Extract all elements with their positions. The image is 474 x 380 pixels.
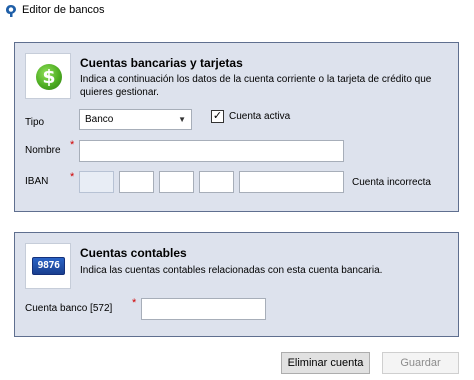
delete-account-button[interactable]: Eliminar cuenta [281,352,370,374]
iban-status-text: Cuenta incorrecta [352,177,431,188]
nombre-required-mark: * [70,139,75,151]
cuenta-banco-input[interactable] [141,298,266,320]
tipo-select-value: Banco [85,114,114,125]
chevron-down-icon: ▼ [178,115,186,124]
app-logo-icon [6,5,16,17]
nombre-input[interactable] [79,140,344,162]
calculator-display: 9876 [32,257,65,275]
cuenta-banco-required-mark: * [132,297,137,309]
bank-panel-title: Cuentas bancarias y tarjetas [80,56,243,70]
iban-office-input[interactable] [159,171,194,193]
cuenta-activa-checkbox[interactable]: ✓ [211,110,224,123]
window-title: Editor de bancos [22,4,105,16]
nombre-label: Nombre [25,145,61,156]
title-bar: Editor de bancos [0,0,474,22]
bank-panel-description: Indica a continuación los datos de la cu… [80,74,432,98]
cuenta-activa-label: Cuenta activa [229,111,291,122]
dollar-icon: $ [25,53,71,99]
iban-required-mark: * [70,171,75,183]
iban-account-input[interactable] [239,171,344,193]
accounting-panel-description: Indica las cuentas contables relacionada… [80,265,383,276]
iban-dc-input[interactable] [199,171,234,193]
iban-entity-input[interactable] [119,171,154,193]
bank-editor-window: Editor de bancos $ Cuentas bancarias y t… [0,0,474,380]
tipo-select[interactable]: Banco ▼ [79,109,192,130]
cuenta-banco-label: Cuenta banco [572] [25,303,113,314]
calculator-icon: 9876 [25,243,71,289]
accounting-panel-title: Cuentas contables [80,246,187,260]
tipo-label: Tipo [25,117,45,128]
iban-country-input[interactable] [79,171,114,193]
save-button[interactable]: Guardar [382,352,459,374]
bank-accounts-panel: $ Cuentas bancarias y tarjetas Indica a … [14,42,459,212]
accounting-accounts-panel: 9876 Cuentas contables Indica las cuenta… [14,232,459,337]
iban-label: IBAN [25,176,49,187]
